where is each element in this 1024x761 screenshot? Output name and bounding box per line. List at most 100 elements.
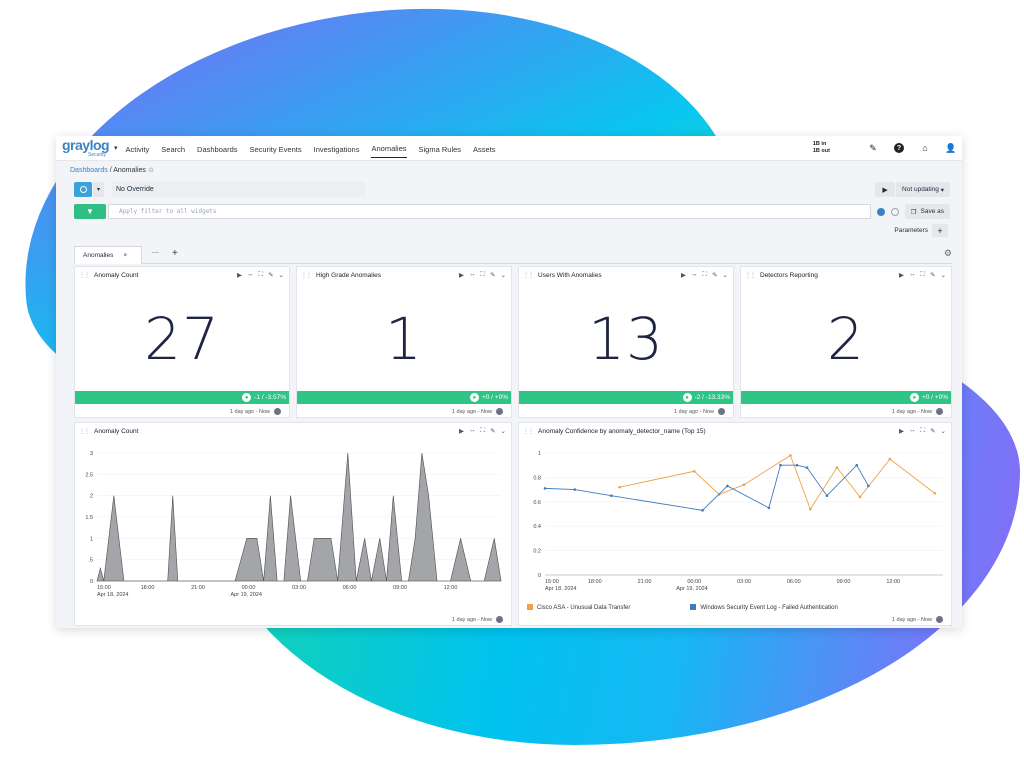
- widget-footer: 1 day ago - Now: [892, 408, 943, 415]
- x-tick-label: 18:00: [588, 579, 602, 585]
- info-icon[interactable]: [936, 616, 943, 623]
- x-tick-label: 15:00: [545, 579, 559, 585]
- fullscreen-icon[interactable]: ⛶: [921, 271, 926, 279]
- play-icon[interactable]: ▶: [459, 271, 464, 279]
- chevron-down-icon[interactable]: ⌄: [941, 427, 946, 435]
- drag-handle-icon[interactable]: ⋮⋮: [523, 272, 534, 279]
- series-line-0: [619, 454, 935, 511]
- chevron-down-icon[interactable]: ⌄: [501, 271, 506, 279]
- stream-caret-icon[interactable]: ▾: [93, 182, 104, 197]
- drag-handle-icon[interactable]: ⋮⋮: [745, 272, 756, 279]
- user-icon[interactable]: 👤: [945, 143, 956, 153]
- breadcrumb-dashboards[interactable]: Dashboards: [70, 167, 108, 174]
- play-icon[interactable]: ▶: [459, 427, 464, 435]
- time-range: 1 day ago - Now: [451, 408, 492, 415]
- expand-icon[interactable]: ↔: [691, 271, 698, 279]
- expand-icon[interactable]: ↔: [247, 271, 254, 279]
- data-point: [573, 488, 577, 491]
- edit-icon[interactable]: ✎: [268, 271, 273, 279]
- expand-icon[interactable]: ↔: [469, 427, 476, 435]
- breadcrumb-separator: /: [109, 167, 112, 174]
- nav-search[interactable]: Search: [161, 139, 185, 158]
- refresh-select[interactable]: Not updating ▾: [896, 182, 950, 197]
- play-icon[interactable]: ▶: [899, 427, 904, 435]
- legend-item-windows[interactable]: Windows Security Event Log - Failed Auth…: [690, 604, 838, 611]
- fullscreen-icon[interactable]: ⛶: [481, 427, 486, 435]
- favorite-star-icon[interactable]: ☆: [148, 167, 154, 174]
- drag-handle-icon[interactable]: ⋮⋮: [523, 428, 534, 435]
- area-chart[interactable]: 0 .5 1 1.5 2 2.5 3 15:00Apr 18, 2024 18:00 21:00 0…: [75, 439, 511, 607]
- settings-gear-icon[interactable]: ⚙: [944, 248, 952, 259]
- graylog-logo[interactable]: graylog Security: [62, 137, 110, 159]
- data-point: [742, 483, 746, 487]
- close-icon[interactable]: ×: [123, 252, 127, 259]
- data-point: [767, 506, 771, 510]
- edit-icon[interactable]: ✎: [490, 427, 495, 435]
- play-icon[interactable]: ▶: [681, 271, 686, 279]
- info-icon[interactable]: [496, 616, 503, 623]
- chevron-down-icon[interactable]: ⌄: [723, 271, 728, 279]
- x-tick-label: 06:00: [787, 579, 801, 585]
- nav-security-events[interactable]: Security Events: [250, 139, 302, 158]
- info-icon[interactable]: [936, 408, 943, 415]
- tab-anomalies[interactable]: Anomalies ×: [74, 246, 142, 264]
- traffic-out: 1B out: [812, 148, 830, 154]
- chevron-down-icon[interactable]: ⌄: [279, 271, 284, 279]
- line-chart[interactable]: 0 0.2 0.4 0.6 0.8 1 15:00Apr 18, 2024 18:00 21:0…: [519, 439, 951, 595]
- nav-dashboards[interactable]: Dashboards: [197, 139, 237, 158]
- play-icon[interactable]: ▶: [237, 271, 242, 279]
- fullscreen-icon[interactable]: ⛶: [259, 271, 264, 279]
- stat-value: 2: [827, 305, 865, 373]
- add-parameter-button[interactable]: +: [932, 224, 948, 237]
- widget-footer: 1 day ago - Now: [674, 408, 725, 415]
- stream-selector-button[interactable]: [74, 182, 92, 197]
- home-icon[interactable]: ⌂: [920, 143, 930, 153]
- nav-activity[interactable]: Activity: [126, 139, 150, 158]
- info-icon[interactable]: [496, 408, 503, 415]
- info-icon[interactable]: [718, 408, 725, 415]
- info-icon[interactable]: [876, 207, 885, 216]
- expand-icon[interactable]: ↔: [909, 271, 916, 279]
- tab-other[interactable]: —: [152, 249, 159, 256]
- edit-icon[interactable]: ✎: [868, 143, 878, 153]
- play-icon[interactable]: ▶: [899, 271, 904, 279]
- override-select[interactable]: No Override: [112, 182, 365, 197]
- chevron-down-icon[interactable]: ⌄: [501, 427, 506, 435]
- expand-icon[interactable]: ↔: [909, 427, 916, 435]
- drag-handle-icon[interactable]: ⋮⋮: [79, 272, 90, 279]
- edit-icon[interactable]: ✎: [930, 271, 935, 279]
- query-input[interactable]: Apply filter to all widgets: [108, 204, 871, 219]
- trend-bar: ● -2 / -13.33%: [519, 391, 733, 404]
- chevron-down-icon[interactable]: ⌄: [941, 271, 946, 279]
- edit-icon[interactable]: ✎: [930, 427, 935, 435]
- edit-icon[interactable]: ✎: [490, 271, 495, 279]
- y-tick-label: 2: [90, 494, 93, 500]
- parameters-label: Parameters: [894, 227, 928, 234]
- play-icon[interactable]: ▶: [875, 182, 896, 197]
- data-point: [825, 494, 829, 497]
- help-icon[interactable]: ?: [894, 143, 904, 153]
- x-date-label: Apr 19, 2024: [231, 592, 263, 598]
- legend-label: Cisco ASA - Unusual Data Transfer: [537, 605, 631, 611]
- x-tick-label: 12:00: [444, 585, 458, 591]
- save-as-button[interactable]: ❐ Save as: [904, 204, 950, 219]
- nav-investigations[interactable]: Investigations: [314, 139, 360, 158]
- widget-tools: ▶ ↔ ⛶ ✎ ⌄: [459, 271, 511, 279]
- info-icon[interactable]: [274, 408, 281, 415]
- nav-sigma-rules[interactable]: Sigma Rules: [419, 139, 462, 158]
- legend-item-cisco[interactable]: Cisco ASA - Unusual Data Transfer: [527, 604, 630, 611]
- nav-anomalies[interactable]: Anomalies: [371, 138, 407, 158]
- filter-icon[interactable]: ▼: [74, 204, 106, 219]
- add-tab-icon[interactable]: +: [172, 248, 178, 259]
- traffic-indicator[interactable]: 1B in 1B out: [813, 141, 830, 155]
- fullscreen-icon[interactable]: ⛶: [703, 271, 708, 279]
- drag-handle-icon[interactable]: ⋮⋮: [79, 428, 90, 435]
- logo-caret-icon[interactable]: ▾: [114, 144, 118, 152]
- drag-handle-icon[interactable]: ⋮⋮: [301, 272, 312, 279]
- nav-assets[interactable]: Assets: [473, 139, 496, 158]
- fullscreen-icon[interactable]: ⛶: [921, 427, 926, 435]
- edit-icon[interactable]: ✎: [712, 271, 717, 279]
- fullscreen-icon[interactable]: ⛶: [481, 271, 486, 279]
- expand-icon[interactable]: ↔: [469, 271, 476, 279]
- history-icon[interactable]: [890, 207, 899, 216]
